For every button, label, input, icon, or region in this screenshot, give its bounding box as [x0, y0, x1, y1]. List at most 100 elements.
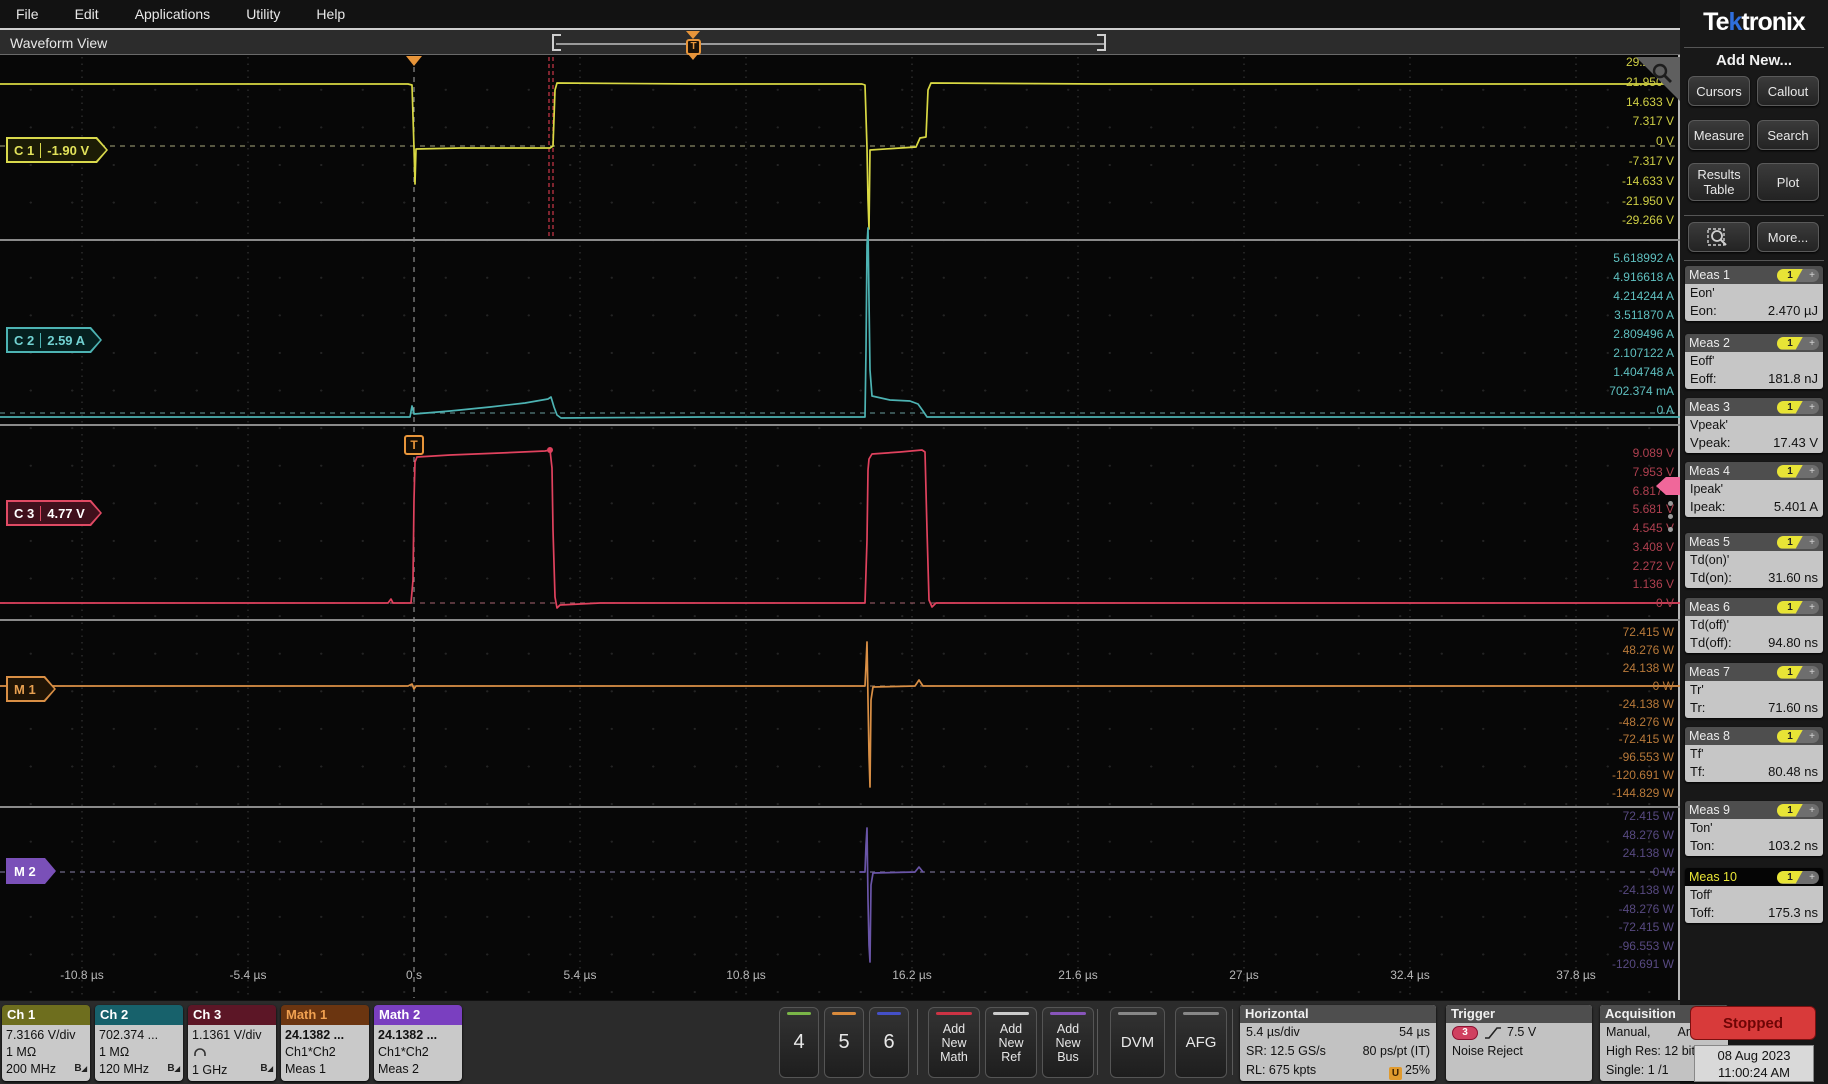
meas-expand-icon: +: [1809, 666, 1815, 679]
horizontal-row: SR: 12.5 GS/s80 ps/pt (IT): [1240, 1042, 1436, 1061]
channel-card-ch3[interactable]: Ch 31.1361 V/div1 GHzB◢: [188, 1005, 276, 1081]
channel-card-ch2[interactable]: Ch 2702.374 ...1 MΩ120 MHzB◢: [95, 1005, 183, 1081]
meas-source-badge[interactable]: 1+: [1777, 666, 1819, 679]
channel-card-header: Math 2: [374, 1005, 462, 1025]
meas-source-badge[interactable]: 1+: [1777, 871, 1819, 884]
meas-source-badge[interactable]: 1+: [1777, 337, 1819, 350]
meas-name: Ipeak': [1690, 482, 1818, 496]
more--button[interactable]: More...: [1757, 222, 1819, 252]
minimap-pan-bar[interactable]: [556, 43, 1104, 45]
menu-item-utility[interactable]: Utility: [246, 6, 280, 22]
dvm-button[interactable]: DVM: [1110, 1007, 1165, 1078]
button-label: Add New Bus: [1055, 1022, 1080, 1064]
meas-source-badge[interactable]: 1+: [1777, 536, 1819, 549]
add-new-ref-button[interactable]: Add New Ref: [985, 1007, 1037, 1078]
meas-expand-icon: +: [1809, 269, 1815, 282]
channel-card-row: 7.3166 V/div: [6, 1027, 86, 1044]
meas-label: Toff:: [1690, 905, 1714, 920]
menu-item-file[interactable]: File: [16, 6, 39, 22]
meas-value: 71.60 ns: [1768, 700, 1818, 715]
add-new-bus-button[interactable]: Add New Bus: [1042, 1007, 1094, 1078]
minimap-right-bracket[interactable]: [1097, 34, 1106, 51]
meas-card-3[interactable]: Meas 31+Vpeak'Vpeak:17.43 V: [1685, 398, 1823, 453]
channel-badge-m2[interactable]: M 2: [6, 858, 56, 884]
meas-card-2[interactable]: Meas 21+Eoff'Eoff:181.8 nJ: [1685, 334, 1823, 389]
channel-badge-c3[interactable]: C 34.77 V: [6, 500, 102, 526]
channel-card-ch1[interactable]: Ch 17.3166 V/div1 MΩ200 MHzB◢: [2, 1005, 90, 1081]
waveform-area[interactable]: 29.266 V21.950 V14.633 V7.317 V0 V-7.317…: [0, 55, 1680, 1000]
cursors-button[interactable]: Cursors: [1688, 76, 1750, 106]
m1-axis-label: -48.276 W: [1564, 715, 1674, 729]
trigger-position-icon[interactable]: [406, 56, 422, 66]
c1-axis-label: -7.317 V: [1564, 154, 1674, 168]
channel-4-button[interactable]: 4: [779, 1007, 819, 1078]
button-stripe: [1183, 1012, 1219, 1015]
meas-card-4[interactable]: Meas 4 1+ Ipeak'Ipeak:5.401 A: [1685, 462, 1823, 517]
channel-color-stripe: [832, 1012, 856, 1015]
meas-card-header: Meas 61+: [1685, 598, 1823, 616]
meas-card-7[interactable]: Meas 71+Tr'Tr:71.60 ns: [1685, 663, 1823, 718]
results-table-button[interactable]: Results Table: [1688, 163, 1750, 201]
horizontal-panel[interactable]: Horizontal 5.4 µs/div54 µsSR: 12.5 GS/s8…: [1240, 1005, 1436, 1081]
menu-item-applications[interactable]: Applications: [135, 6, 211, 22]
horizontal-cell: 5.4 µs/div: [1246, 1023, 1300, 1042]
meas-title: Meas 4: [1689, 464, 1730, 478]
panel-drag-handle[interactable]: [1668, 493, 1674, 540]
callout-button[interactable]: Callout: [1757, 76, 1819, 106]
afg-button[interactable]: AFG: [1175, 1007, 1227, 1078]
channel-badge-c1[interactable]: C 1-1.90 V: [6, 137, 108, 163]
c2-axis-label: 1.404748 A: [1564, 365, 1674, 379]
trigger-t-marker[interactable]: T: [404, 435, 424, 455]
meas-source-badge[interactable]: 1+: [1777, 465, 1819, 478]
channel-6-button[interactable]: 6: [869, 1007, 909, 1078]
menu-item-edit[interactable]: Edit: [75, 6, 99, 22]
m1-axis-label: 24.138 W: [1564, 661, 1674, 675]
meas-card-body: Eon'Eon:2.470 µJ: [1685, 284, 1823, 321]
channel-5-button[interactable]: 5: [824, 1007, 864, 1078]
measure-button[interactable]: Measure: [1688, 120, 1750, 150]
m2-axis-label: 24.138 W: [1564, 846, 1674, 860]
c2-axis-label: 702.374 mA: [1564, 384, 1674, 398]
channel-badge-m1[interactable]: M 1: [6, 676, 56, 702]
meas-card-body: Ipeak'Ipeak:5.401 A: [1685, 480, 1823, 517]
horizontal-cell: U25%: [1389, 1061, 1430, 1080]
channel-card-math1[interactable]: Math 124.1382 ...Ch1*Ch2Meas 1: [281, 1005, 369, 1081]
trigger-panel[interactable]: Trigger 3 7.5 V Noise Reject: [1446, 1005, 1592, 1081]
meas-name: Ton': [1690, 821, 1818, 835]
channel-card-row: 24.1382 ...: [285, 1027, 365, 1044]
meas-value: 5.401 A: [1774, 499, 1818, 514]
channel-card-math2[interactable]: Math 224.1382 ...Ch1*Ch2Meas 2: [374, 1005, 462, 1081]
meas-card-1[interactable]: Meas 11+Eon'Eon:2.470 µJ: [1685, 266, 1823, 321]
meas-name: Eoff': [1690, 354, 1818, 368]
meas-source-badge[interactable]: 1+: [1777, 804, 1819, 817]
plot-button[interactable]: Plot: [1757, 163, 1819, 201]
m2-axis-label: -48.276 W: [1564, 902, 1674, 916]
meas-card-6[interactable]: Meas 61+Td(off)'Td(off):94.80 ns: [1685, 598, 1823, 653]
channel-badge-c2[interactable]: C 22.59 A: [6, 327, 102, 353]
tab-waveform-view[interactable]: Waveform View: [10, 35, 107, 51]
meas-source-badge[interactable]: 1+: [1777, 601, 1819, 614]
meas-card-9[interactable]: Meas 91+Ton'Ton:103.2 ns: [1685, 801, 1823, 856]
stopped-button[interactable]: Stopped: [1690, 1006, 1816, 1040]
meas-title: Meas 8: [1689, 729, 1730, 743]
menu-item-help[interactable]: Help: [316, 6, 345, 22]
minimap-trigger-triangle-icon[interactable]: [686, 31, 700, 39]
minimap-trigger-flag[interactable]: T: [686, 39, 701, 55]
meas-source-badge[interactable]: 1+: [1777, 730, 1819, 743]
minimap-left-bracket[interactable]: [552, 34, 561, 51]
meas-source-badge[interactable]: 1+: [1777, 269, 1819, 282]
utilization-icon: U: [1389, 1067, 1402, 1080]
meas-card-body: Ton'Ton:103.2 ns: [1685, 819, 1823, 856]
meas-card-10[interactable]: Meas 101+Toff'Toff:175.3 ns: [1685, 868, 1823, 923]
meas-label: Vpeak:: [1690, 435, 1730, 450]
meas-source-badge[interactable]: 1+: [1777, 401, 1819, 414]
meas-label: Eoff:: [1690, 371, 1717, 386]
meas-card-8[interactable]: Meas 81+Tf'Tf:80.48 ns: [1685, 727, 1823, 782]
meas-value-row: Td(off):94.80 ns: [1690, 635, 1818, 650]
meas-card-5[interactable]: Meas 51+Td(on)'Td(on):31.60 ns: [1685, 533, 1823, 588]
meas-card-body: Tr'Tr:71.60 ns: [1685, 681, 1823, 718]
search-button[interactable]: Search: [1757, 120, 1819, 150]
add-new-math-button[interactable]: Add New Math: [928, 1007, 980, 1078]
c3-axis-label: 5.681 V: [1564, 502, 1674, 516]
zoom-mode-button[interactable]: [1688, 222, 1750, 252]
